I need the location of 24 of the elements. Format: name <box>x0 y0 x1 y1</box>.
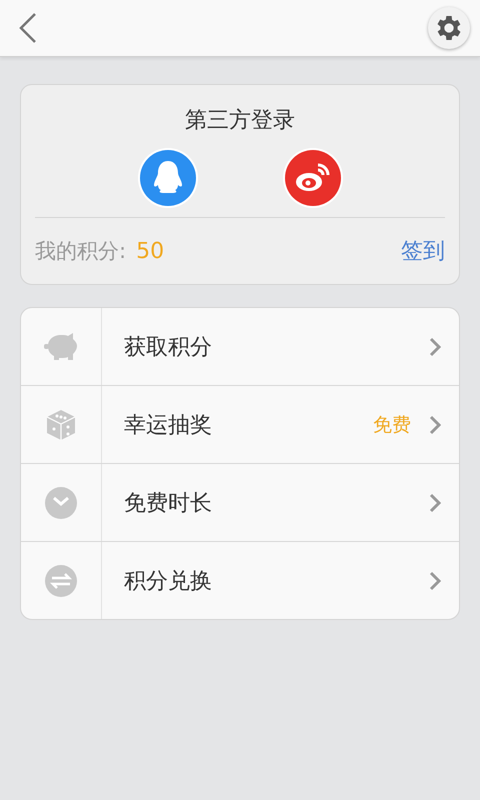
settings-button[interactable] <box>428 7 470 49</box>
chevron-icon <box>429 414 441 434</box>
menu-item[interactable]: 免费时长 <box>21 464 459 542</box>
points-label: 我的积分: <box>35 238 126 265</box>
menu-item[interactable]: 获取积分 <box>21 308 459 386</box>
piggy-bank-icon <box>44 332 78 362</box>
menu-label: 幸运抽奖 <box>124 412 212 440</box>
dice-icon <box>46 408 76 440</box>
points-value: 50 <box>136 238 164 264</box>
penguin-login-icon[interactable] <box>136 147 198 209</box>
menu-label: 免费时长 <box>124 490 212 518</box>
chevron-icon <box>429 336 441 356</box>
menu-item[interactable]: 幸运抽奖 免费 <box>21 386 459 464</box>
eye-login-icon[interactable] <box>282 147 344 209</box>
clock-icon <box>45 486 77 518</box>
chevron-icon <box>429 570 441 590</box>
exchange-icon <box>45 564 77 596</box>
menu-item[interactable]: 积分兑换 <box>21 542 459 619</box>
menu-label: 获取积分 <box>124 334 212 362</box>
login-title: 第三方登录 <box>184 107 296 135</box>
chevron-icon <box>429 492 441 512</box>
menu-label: 积分兑换 <box>124 568 212 596</box>
free-tag: 免费 <box>373 412 411 438</box>
back-icon[interactable] <box>18 12 38 44</box>
